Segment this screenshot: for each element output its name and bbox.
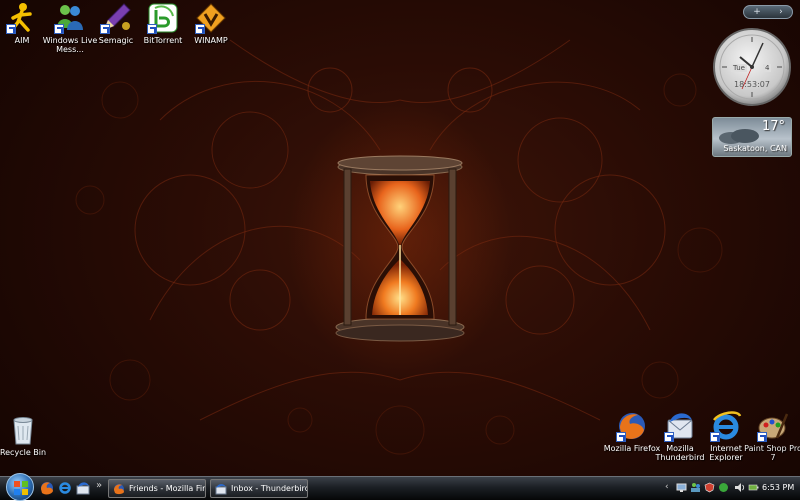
shortcut-arrow-icon xyxy=(54,24,64,34)
next-gadget-button[interactable]: › xyxy=(779,6,783,18)
firefox-icon[interactable] xyxy=(40,481,54,495)
volume-icon[interactable] xyxy=(734,482,745,493)
gadget-toolbar: + › xyxy=(743,5,793,19)
internet-explorer-icon[interactable] xyxy=(58,481,72,495)
winamp-icon xyxy=(195,2,227,34)
shortcut-arrow-icon xyxy=(147,24,157,34)
weather-temperature: 17° xyxy=(761,119,785,134)
weather-city: Saskatoon, CAN xyxy=(723,144,787,153)
desktop[interactable]: AIM Windows Live Mess... Semagic BitTorr… xyxy=(0,0,800,476)
security-shield-icon[interactable] xyxy=(704,482,715,493)
thunderbird-icon xyxy=(664,410,696,442)
thunderbird-icon xyxy=(215,484,227,495)
clock-day: Tue xyxy=(731,64,747,72)
task-button-label: Inbox - Thunderbird xyxy=(231,484,308,493)
firefox-icon xyxy=(114,484,124,495)
semagic-pen-icon xyxy=(100,2,132,34)
windows-live-messenger-icon xyxy=(54,2,86,34)
desktop-icon-label: Recycle Bin xyxy=(0,448,47,457)
task-button-firefox[interactable]: Friends - Mozilla Fir... xyxy=(108,479,206,498)
add-gadget-button[interactable]: + xyxy=(753,6,761,18)
internet-explorer-icon xyxy=(710,410,742,442)
messenger-tray-icon[interactable] xyxy=(690,482,701,493)
aim-running-man-icon xyxy=(6,2,38,34)
weather-gadget[interactable]: 17° Saskatoon, CAN xyxy=(712,117,792,157)
clock-time: 18:53:07 xyxy=(734,80,770,89)
shortcut-arrow-icon xyxy=(100,24,110,34)
shortcut-arrow-icon xyxy=(664,432,674,442)
taskbar: » Friends - Mozilla Fir... Inbox - Thund… xyxy=(0,473,800,501)
desktop-icon-paint-shop-pro[interactable]: Paint Shop Pro 7 xyxy=(741,410,800,462)
clock-date: 4 xyxy=(763,64,772,72)
quick-launch-more-button[interactable]: » xyxy=(96,480,102,491)
taskbar-clock[interactable]: 6:53 PM xyxy=(762,477,794,499)
paint-shop-pro-icon xyxy=(757,410,789,442)
bittorrent-icon xyxy=(147,2,179,34)
recycle-bin-icon xyxy=(7,414,39,446)
power-icon[interactable] xyxy=(748,482,759,493)
clock-gadget[interactable] xyxy=(712,27,792,107)
desktop-icon-label: Paint Shop Pro 7 xyxy=(744,444,800,462)
network-icon[interactable] xyxy=(676,482,687,493)
task-button-thunderbird[interactable]: Inbox - Thunderbird xyxy=(210,479,308,498)
desktop-icon-label: WINAMP xyxy=(194,36,228,45)
shortcut-arrow-icon xyxy=(616,432,626,442)
thunderbird-icon[interactable] xyxy=(76,481,90,495)
task-button-label: Friends - Mozilla Fir... xyxy=(129,484,206,493)
shortcut-arrow-icon xyxy=(195,24,205,34)
shortcut-arrow-icon xyxy=(757,432,767,442)
hourglass-icon xyxy=(335,155,465,342)
tray-expand-button[interactable]: ‹ xyxy=(665,482,669,492)
desktop-icon-winamp[interactable]: WINAMP xyxy=(179,2,243,45)
shortcut-arrow-icon xyxy=(710,432,720,442)
shortcut-arrow-icon xyxy=(6,24,16,34)
desktop-icon-recycle-bin[interactable]: Recycle Bin xyxy=(0,414,55,457)
bittorrent-tray-icon[interactable] xyxy=(718,482,729,493)
firefox-icon xyxy=(616,410,648,442)
windows-logo-icon xyxy=(14,481,28,495)
start-button[interactable] xyxy=(6,473,34,501)
cloud-icon xyxy=(719,129,759,144)
